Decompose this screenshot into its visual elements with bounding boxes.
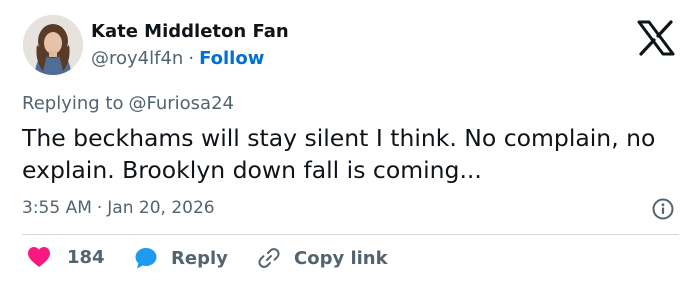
reply-context: Replying to @Furiosa24 (22, 92, 234, 116)
author-handle[interactable]: @roy4lf4n (91, 48, 183, 69)
reply-prefix: Replying to (22, 93, 124, 114)
speech-bubble-icon (134, 246, 158, 270)
timestamp[interactable]: 3:55 AM · Jan 20, 2026 (22, 196, 215, 220)
timestamp-separator: · (96, 198, 103, 218)
heart-icon (27, 246, 51, 268)
copy-link-button[interactable]: Copy link (257, 246, 388, 270)
like-count: 184 (67, 246, 105, 268)
like-button[interactable]: 184 (27, 246, 105, 268)
tweet-text: The beckhams will stay silent I think. N… (22, 124, 656, 184)
author-name[interactable]: Kate Middleton Fan (91, 20, 289, 44)
post-time: 3:55 AM (22, 198, 92, 218)
divider (22, 234, 679, 235)
reply-label: Reply (171, 247, 228, 269)
x-logo-icon[interactable] (636, 20, 676, 56)
follow-button[interactable]: Follow (199, 48, 264, 69)
info-icon[interactable] (652, 198, 674, 220)
handle-row: @roy4lf4n · Follow (91, 47, 264, 71)
avatar-image (23, 15, 83, 75)
reply-button[interactable]: Reply (134, 246, 228, 270)
author-avatar[interactable] (23, 15, 83, 75)
post-date: Jan 20, 2026 (107, 198, 215, 218)
link-icon (257, 246, 281, 270)
separator-dot: · (188, 48, 195, 69)
copy-link-label: Copy link (294, 247, 388, 269)
reply-mention[interactable]: @Furiosa24 (128, 93, 234, 114)
